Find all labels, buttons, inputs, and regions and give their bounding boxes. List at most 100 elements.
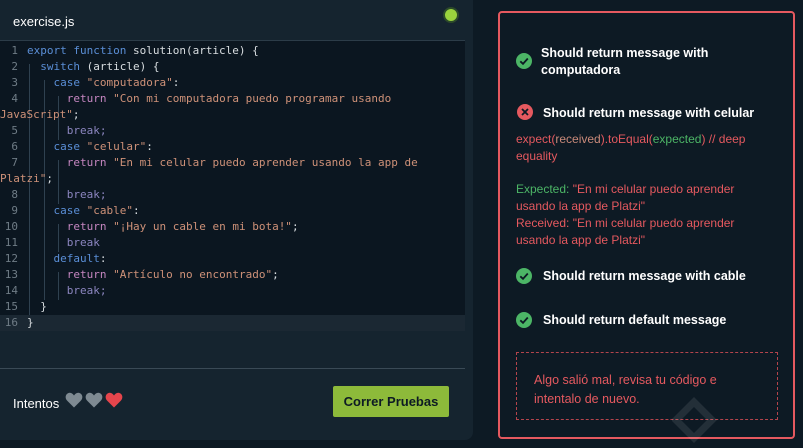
code-line: 8 break; [0,187,465,203]
check-circle-icon [516,268,532,284]
code-token: return [66,156,107,169]
code-token: (article) { [80,60,160,73]
code-token: ; [72,108,80,121]
code-token: ; [99,124,107,137]
line-number: 5 [11,124,18,137]
line-number: 12 [4,252,18,265]
code-line: JavaScript"; [0,107,465,123]
x-circle-icon [517,104,533,120]
code-editor[interactable]: 1 export function solution(article) {2 sw… [0,40,465,331]
expected-value-2: usando la app de Platzi" [516,199,646,213]
received-word: received [555,132,601,146]
received-value: "En mi celular puedo aprender [572,216,735,230]
line-number: 14 [4,284,18,297]
test-result-title: Should return default message [543,313,727,327]
code-token: return [66,268,107,281]
code-token: break [66,236,100,249]
code-text: return "¡Hay un cable en mi bota!"; [27,219,299,235]
code-token: return [66,220,107,233]
editor-header: exercise.js [0,0,473,40]
code-line: Platzi"; [0,171,465,187]
editor-panel: exercise.js 1 export function solution(ar… [0,0,473,440]
run-tests-button[interactable]: Correr Pruebas [333,386,449,417]
footer-divider [0,368,465,369]
check-circle-icon [516,53,532,69]
code-line: 11 break [0,235,465,251]
code-token: ; [46,172,53,185]
code-token: "En mi celular puedo aprender usando la … [113,156,418,169]
status-dot-icon [443,7,459,23]
failure-expect-line: expect(received).toEqual(expected) // de… [516,131,778,148]
code-token: break [66,188,100,201]
code-text: switch (article) { [27,59,159,75]
attempts-label: Intentos [13,396,60,411]
code-token: ; [291,220,299,233]
heart-grey-icon [85,392,103,408]
platzi-logo-icon [672,397,717,443]
code-line: 7 return "En mi celular puedo aprender u… [0,155,465,171]
code-text: return "Artículo no encontrado"; [27,267,279,283]
test-result-title: Should return message with celular [543,106,755,120]
code-token: "computadora" [86,76,173,89]
line-number: 3 [11,76,18,89]
failure-expect-line-2: equality [516,149,558,163]
code-line: 6 case "celular": [0,139,465,155]
code-token: return [66,92,107,105]
code-text: Platzi"; [0,171,53,187]
code-token: : [99,252,107,265]
code-token: "celular" [86,140,147,153]
line-number: 8 [11,188,18,201]
code-token: : [146,140,153,153]
code-line: 9 case "cable": [0,203,465,219]
received-value-2: usando la app de Platzi" [516,233,646,247]
line-number: 1 [11,44,18,57]
code-line: 5 break; [0,123,465,139]
code-token: "¡Hay un cable en mi bota!" [113,220,292,233]
code-token: : [172,76,180,89]
code-text: return "Con mi computadora puedo program… [27,91,392,107]
code-token: break [66,284,100,297]
code-text: break; [27,187,107,203]
expected-label: Expected: [516,182,570,196]
code-line: 15 } [0,299,465,315]
expected-word: expected [652,132,702,146]
code-token: JavaScript" [0,108,73,121]
received-block: Received: "En mi celular puedo aprender [516,215,778,232]
line-number: 13 [4,268,18,281]
code-text: break [27,235,100,251]
code-text: case "celular": [27,139,153,155]
expect-mid: ).toEqual( [600,132,653,146]
code-token: ; [99,284,107,297]
expect-suffix: ) // deep [701,132,746,146]
code-token: case [53,76,81,89]
line-number: 15 [4,300,18,313]
code-token: solution(article) { [126,44,259,57]
line-number: 16 [4,316,18,329]
line-number: 7 [11,156,18,169]
code-line: 16} [0,315,465,331]
expected-block: Expected: "En mi celular puedo aprender [516,181,778,198]
code-line: 13 return "Artículo no encontrado"; [0,267,465,283]
code-text: break; [27,283,107,299]
expect-prefix: expect( [516,132,556,146]
code-line: 2 switch (article) { [0,59,465,75]
received-label: Received: [516,216,570,230]
code-line: 4 return "Con mi computadora puedo progr… [0,91,465,107]
code-token: switch [40,60,80,73]
line-number: 10 [4,220,18,233]
code-token: ; [99,188,107,201]
code-text: case "computadora": [27,75,180,91]
code-text: } [27,315,34,331]
line-number: 6 [11,140,18,153]
code-line: 12 default: [0,251,465,267]
